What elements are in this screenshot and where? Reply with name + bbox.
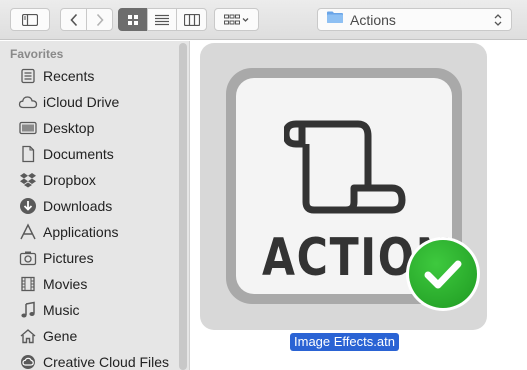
file-item[interactable]: ACTIONS [200, 43, 487, 330]
sidebar-item-downloads[interactable]: Downloads [0, 193, 180, 219]
folder-icon [326, 10, 344, 29]
sidebar-item-pictures[interactable]: Pictures [0, 245, 180, 271]
back-button[interactable] [60, 8, 87, 31]
sidebar-heading: Favorites [10, 47, 64, 61]
dropbox-icon [17, 170, 39, 190]
sidebar-item-desktop[interactable]: Desktop [0, 115, 180, 141]
arrange-button[interactable] [214, 8, 259, 31]
sidebar-item-label: Downloads [43, 198, 113, 214]
column-view-button[interactable] [176, 8, 207, 31]
sidebar-item-label: iCloud Drive [43, 94, 120, 110]
path-label: Actions [350, 11, 396, 28]
camera-icon [17, 248, 39, 268]
sidebar-item-label: Dropbox [43, 172, 96, 188]
toolbar: Actions [0, 0, 527, 40]
desktop-icon [17, 118, 39, 138]
film-icon [17, 274, 39, 294]
forward-button[interactable] [86, 8, 113, 31]
sidebar-scrollbar[interactable] [179, 43, 187, 370]
sidebar-item-creative-cloud-files[interactable]: Creative Cloud Files [0, 349, 180, 370]
sidebar-item-dropbox[interactable]: Dropbox [0, 167, 180, 193]
column-view-icon [183, 13, 200, 26]
sidebar-item-label: Creative Cloud Files [43, 354, 170, 370]
sidebar-icon [22, 13, 38, 26]
recents-icon [17, 66, 39, 86]
sidebar-item-label: Documents [43, 146, 114, 162]
document-icon [17, 144, 39, 164]
sidebar: Favorites Recents iCloud Drive Desktop D… [0, 41, 190, 370]
scroll-icon [282, 116, 408, 221]
sidebar-item-documents[interactable]: Documents [0, 141, 180, 167]
file-browser-content: ACTIONS Image Effects.atn [191, 41, 527, 370]
sidebar-item-gene[interactable]: Gene [0, 323, 180, 349]
sidebar-item-recents[interactable]: Recents [0, 63, 180, 89]
icon-view-button[interactable] [118, 8, 148, 31]
creative-cloud-icon [17, 352, 39, 370]
sidebar-item-label: Applications [43, 224, 119, 240]
chevron-left-icon [69, 13, 79, 27]
applications-icon [17, 222, 39, 242]
list-view-icon [155, 14, 169, 26]
list-view-button[interactable] [147, 8, 177, 31]
sidebar-item-label: Gene [43, 328, 78, 344]
sidebar-item-label: Pictures [43, 250, 94, 266]
sidebar-item-music[interactable]: Music [0, 297, 180, 323]
sidebar-item-label: Desktop [43, 120, 95, 136]
arrange-grid-icon [223, 14, 250, 26]
chevron-right-icon [95, 13, 105, 27]
download-icon [17, 196, 39, 216]
home-icon [17, 326, 39, 346]
path-popup[interactable]: Actions [317, 8, 512, 31]
sidebar-item-label: Movies [43, 276, 88, 292]
sidebar-item-applications[interactable]: Applications [0, 219, 180, 245]
updown-chevron-icon [493, 13, 503, 32]
cloud-icon [17, 92, 39, 112]
sidebar-item-label: Music [43, 302, 80, 318]
music-note-icon [17, 300, 39, 320]
sidebar-item-icloud-drive[interactable]: iCloud Drive [0, 89, 180, 115]
icon-view-icon [127, 14, 139, 26]
sidebar-toggle-button[interactable] [10, 8, 50, 31]
sidebar-item-label: Recents [43, 68, 95, 84]
file-name-label[interactable]: Image Effects.atn [290, 333, 399, 351]
checkmark-icon [406, 237, 480, 311]
sidebar-item-movies[interactable]: Movies [0, 271, 180, 297]
